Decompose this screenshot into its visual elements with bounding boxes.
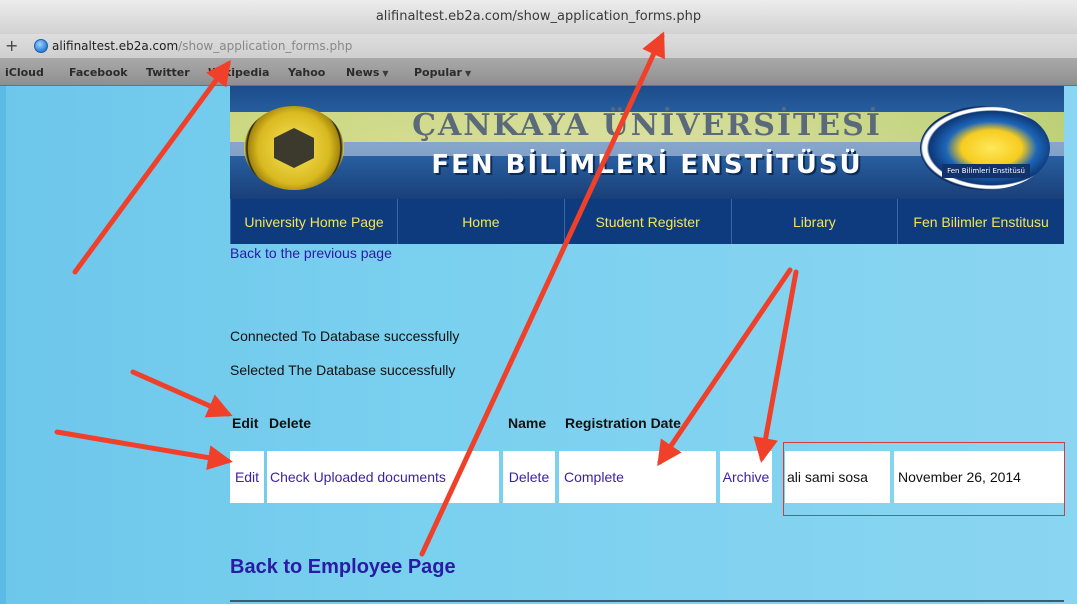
back-employee-link[interactable]: Back to Employee Page: [230, 556, 456, 579]
bookmarks-bar: iCloud Facebook Twitter Wikipedia Yahoo …: [0, 59, 1077, 86]
edit-link[interactable]: Edit: [230, 451, 264, 503]
page-edge: [0, 86, 6, 604]
status-connected: Connected To Database successfully: [230, 328, 460, 344]
window-title: alifinaltest.eb2a.com/show_application_f…: [375, 9, 702, 24]
nav-library[interactable]: Library: [732, 199, 899, 244]
url-host: alifinaltest.eb2a.com: [52, 39, 179, 53]
url-field[interactable]: alifinaltest.eb2a.com/show_application_f…: [52, 39, 352, 53]
header-delete: Delete: [269, 415, 312, 431]
nav-student-register[interactable]: Student Register: [565, 199, 732, 244]
header-edit: Edit: [232, 415, 259, 431]
highlight-box: [783, 442, 1065, 516]
bookmark-icloud[interactable]: iCloud: [5, 66, 44, 79]
header-name: Name: [508, 415, 547, 431]
chevron-down-icon: ▼: [464, 69, 472, 78]
page-bottom-divider: [230, 600, 1064, 602]
new-tab-icon[interactable]: +: [5, 36, 18, 55]
bookmark-twitter[interactable]: Twitter: [146, 66, 190, 79]
nav-university-home[interactable]: University Home Page: [230, 199, 398, 244]
bookmark-popular[interactable]: Popular ▼: [414, 66, 471, 79]
bookmark-yahoo[interactable]: Yahoo: [288, 66, 325, 79]
bookmark-news[interactable]: News ▼: [346, 66, 389, 79]
header-registration-date: Registration Date: [565, 415, 681, 431]
status-selected: Selected The Database successfully: [230, 362, 456, 378]
check-documents-link[interactable]: Check Uploaded documents: [267, 451, 499, 503]
bookmark-wikipedia[interactable]: Wikipedia: [208, 66, 269, 79]
institute-globe-logo: Fen Bilimleri Enstitüsü: [920, 106, 1050, 190]
globe-icon: [34, 39, 48, 53]
institute-logo-text: Fen Bilimleri Enstitüsü: [942, 164, 1030, 178]
bookmark-facebook[interactable]: Facebook: [69, 66, 128, 79]
window-title-bar: alifinaltest.eb2a.com/show_application_f…: [0, 0, 1077, 35]
university-banner: ÇANKAYA ÜNİVERSİTESİ FEN BİLİMLERİ ENSTİ…: [230, 86, 1064, 199]
delete-link[interactable]: Delete: [503, 451, 555, 503]
archive-link[interactable]: Archive: [720, 451, 772, 503]
complete-link[interactable]: Complete: [559, 451, 716, 503]
url-path: /show_application_forms.php: [178, 39, 353, 53]
back-previous-link[interactable]: Back to the previous page: [230, 245, 392, 261]
nav-home[interactable]: Home: [398, 199, 565, 244]
main-nav: University Home Page Home Student Regist…: [230, 199, 1064, 244]
nav-fen-bilimler[interactable]: Fen Bilimler Enstitusu: [898, 199, 1064, 244]
chevron-down-icon: ▼: [382, 69, 389, 78]
address-bar[interactable]: + alifinaltest.eb2a.com/show_application…: [0, 34, 1077, 59]
